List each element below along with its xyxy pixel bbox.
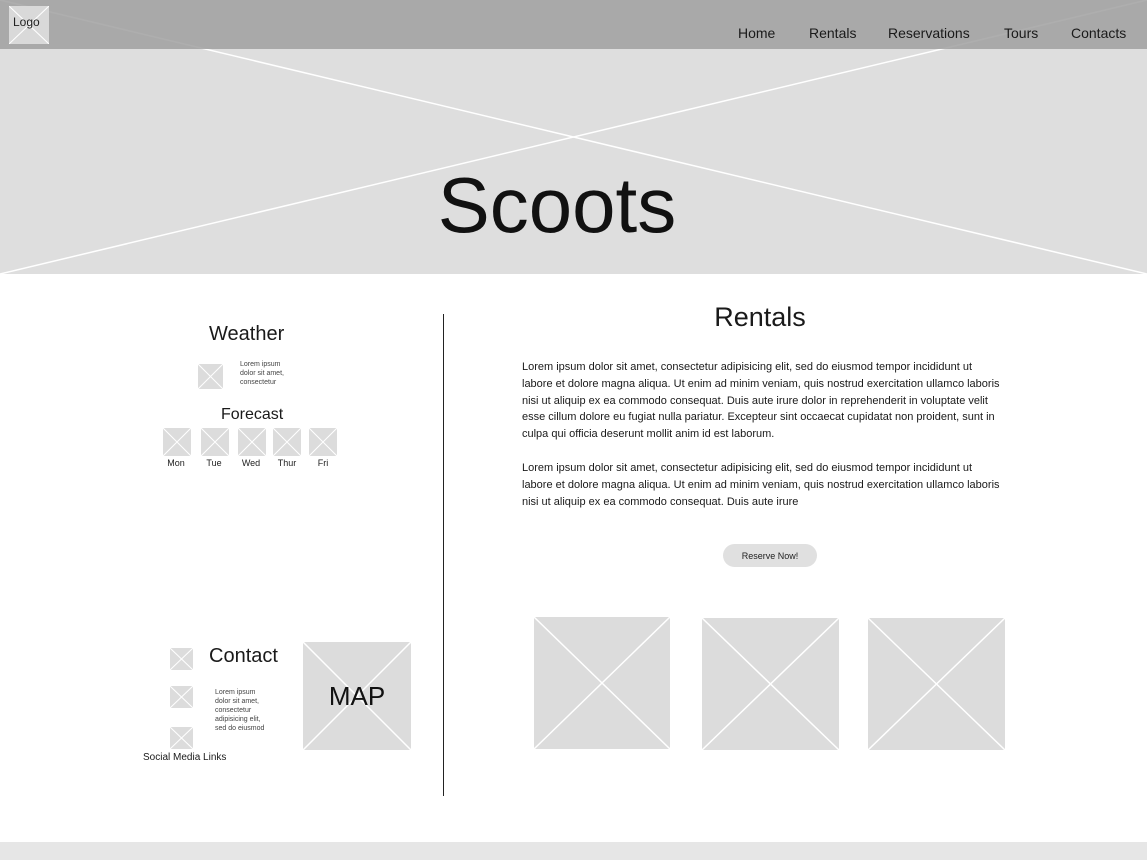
email-icon: [170, 686, 193, 708]
forecast-day-fri: Fri: [317, 458, 329, 468]
contact-line: sed do eiusmod: [215, 725, 265, 732]
weather-summary: Lorem ipsum dolor sit amet, consectetur: [240, 360, 284, 387]
forecast-day-mon: Mon: [167, 458, 185, 468]
nav-reservations[interactable]: Reservations: [888, 25, 970, 41]
contact-line: consectetur: [215, 707, 252, 714]
map[interactable]: MAP: [303, 642, 411, 750]
weather-line: dolor sit amet,: [240, 370, 284, 377]
contact-line: dolor sit amet,: [215, 698, 259, 705]
contact-details: Lorem ipsum dolor sit amet, consectetur …: [215, 688, 264, 733]
forecast-mon-icon: [163, 428, 191, 456]
social-media-icon[interactable]: [170, 727, 193, 749]
phone-icon: [170, 648, 193, 670]
forecast-day-thur: Thur: [277, 458, 297, 468]
forecast-fri-icon: [309, 428, 337, 456]
map-label: MAP: [328, 680, 386, 711]
forecast-title: Forecast: [221, 406, 284, 423]
contact-line: Lorem ipsum: [215, 689, 256, 696]
forecast-wed-icon: [238, 428, 266, 456]
forecast-day-tue: Tue: [206, 458, 222, 468]
logo-label: Logo: [13, 15, 40, 29]
nav-rentals[interactable]: Rentals: [809, 25, 856, 41]
contact-line: adipisicing elit,: [215, 716, 261, 723]
rentals-paragraph-1: Lorem ipsum dolor sit amet, consectetur …: [522, 361, 1000, 441]
top-nav-bar: [0, 0, 1147, 49]
forecast-tue-icon: [201, 428, 229, 456]
contact-title: Contact: [209, 645, 278, 667]
rentals-title: Rentals: [714, 302, 806, 332]
nav-contacts[interactable]: Contacts: [1071, 25, 1126, 41]
weather-title: Weather: [209, 323, 285, 345]
weather-icon: [198, 364, 223, 389]
footer: [0, 842, 1147, 860]
hero-title: Scoots: [437, 161, 677, 249]
forecast-thur-icon: [273, 428, 301, 456]
rental-image-2[interactable]: [702, 618, 839, 750]
rental-image-1[interactable]: [534, 617, 670, 749]
reserve-now-button[interactable]: Reserve Now!: [723, 544, 817, 567]
nav-tours[interactable]: Tours: [1004, 25, 1038, 41]
rental-image-3[interactable]: [868, 618, 1005, 750]
social-media-links[interactable]: Social Media Links: [143, 752, 226, 763]
weather-line: consectetur: [240, 379, 277, 386]
rentals-paragraph-2: Lorem ipsum dolor sit amet, consectetur …: [522, 462, 1000, 508]
weather-line: Lorem ipsum: [240, 361, 281, 368]
forecast-day-wed: Wed: [241, 458, 261, 468]
column-divider: [443, 314, 444, 796]
nav-home[interactable]: Home: [738, 25, 775, 41]
